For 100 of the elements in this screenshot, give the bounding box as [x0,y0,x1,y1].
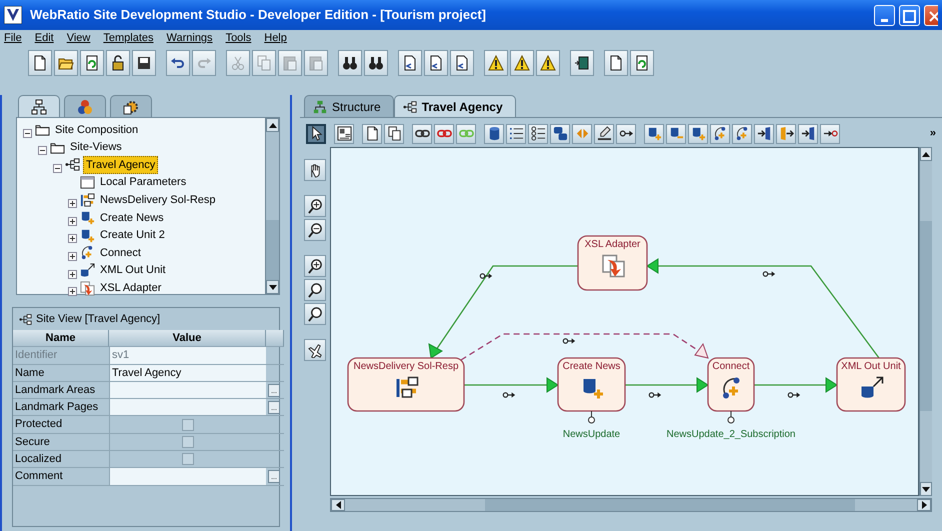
binoculars-button[interactable] [338,50,362,76]
document-button[interactable] [398,50,422,76]
key-tool[interactable] [820,124,840,144]
door-tool[interactable] [798,124,818,144]
menu-item[interactable]: Tools [226,30,252,46]
pen-tool[interactable] [594,124,614,144]
connect-tool[interactable] [732,124,752,144]
layout-tool[interactable] [334,124,354,144]
disk-button[interactable] [132,50,156,76]
connect-tool[interactable] [710,124,730,144]
link-arrow[interactable] [754,377,838,393]
database-tool[interactable] [484,124,504,144]
lock-button[interactable] [106,50,130,76]
menu-item[interactable]: Templates [103,30,154,46]
minimize-button[interactable] [874,4,895,26]
database-plus-tool[interactable] [644,124,664,144]
database-minus-tool[interactable] [666,124,686,144]
scroll-right-icon[interactable] [922,501,926,509]
tree-item[interactable]: XSL Adapter [98,280,164,296]
refresh-button[interactable] [630,50,654,76]
list-tool[interactable] [506,124,526,144]
copy-tool[interactable] [384,124,404,144]
scroll-up-icon[interactable] [268,122,276,128]
unit-node[interactable] [707,357,755,412]
editor-tab[interactable]: Structure [304,95,394,117]
refresh-button[interactable] [80,50,104,76]
expand-icon[interactable] [68,252,77,262]
warning-button[interactable] [536,50,560,76]
checkbox[interactable] [182,436,194,448]
document-button[interactable] [424,50,448,76]
folder-button[interactable] [54,50,78,76]
panel-tab[interactable] [18,95,60,117]
door-tool[interactable] [776,124,796,144]
tree-item[interactable]: Site-Views [68,139,124,156]
zoom-out-tool[interactable] [304,219,326,241]
expand-icon[interactable] [68,199,77,208]
warning-button[interactable] [510,50,534,76]
plane-tool[interactable] [304,339,326,361]
collapse-icon[interactable] [38,146,47,156]
document-button[interactable] [450,50,474,76]
expand-icon[interactable] [68,216,77,226]
scroll-up-icon[interactable] [922,152,930,156]
tree-item[interactable]: Create Unit 2 [98,227,167,244]
maximize-button[interactable] [899,4,920,26]
checkbox[interactable] [182,453,194,466]
scroll-left-icon[interactable] [336,501,340,509]
pointer-tool[interactable] [306,124,326,144]
expand-icon[interactable] [68,287,77,296]
scroll-down-icon[interactable] [268,284,276,290]
database-plus-tool[interactable] [688,124,708,144]
collapse-icon[interactable] [23,128,32,138]
link-arrow[interactable] [625,377,709,393]
editor-tab[interactable]: Travel Agency [394,95,516,117]
expand-icon[interactable] [68,270,77,279]
magnifier-tool[interactable] [304,279,326,301]
expand-icon[interactable] [68,234,77,244]
document-button[interactable] [28,50,52,76]
document-tool[interactable] [362,124,382,144]
link-tool[interactable] [434,124,454,144]
book-button[interactable] [570,50,594,76]
link-tool[interactable] [412,124,432,144]
menu-item[interactable]: View [66,30,90,46]
collapse-icon[interactable] [53,164,62,174]
tree-item[interactable]: Site Composition [53,122,140,138]
key-tool[interactable] [616,124,636,144]
tree-item[interactable]: NewsDelivery Sol-Resp [98,192,218,208]
link-arrow[interactable] [464,377,559,393]
property-value[interactable]: Travel Agency [109,364,266,382]
menu-item[interactable]: Warnings [166,30,213,46]
zoom-in-tool[interactable] [304,255,326,277]
magnifier-tool[interactable] [304,303,326,325]
document-button[interactable] [604,50,628,76]
tree-item[interactable]: Create News [98,210,166,226]
tree-item[interactable]: Local Parameters [98,174,188,191]
close-button[interactable] [924,4,938,26]
transport-link[interactable] [460,333,709,361]
scroll-down-icon[interactable] [922,486,930,492]
unit-node[interactable] [347,357,465,412]
door-tool[interactable] [754,124,774,144]
hand-tool[interactable] [304,159,326,181]
menu-item[interactable]: File [4,30,22,46]
panel-tab[interactable] [110,95,152,117]
unit-node[interactable] [557,357,626,412]
menu-item[interactable]: Help [264,30,287,46]
tree-item[interactable]: XML Out Unit [98,262,168,279]
tree-item[interactable]: Connect [98,244,143,262]
scrollbar[interactable] [919,147,932,496]
overflow-button[interactable]: » [930,125,936,142]
scrollbar[interactable] [265,118,279,294]
checkbox[interactable] [182,418,194,431]
menu-item[interactable]: Edit [34,30,54,46]
database-stack-tool[interactable] [550,124,570,144]
undo-button[interactable] [166,50,190,76]
circle-list-tool[interactable] [528,124,548,144]
tree-item[interactable]: Travel Agency [83,156,158,174]
scrollbar[interactable] [330,498,932,512]
warning-button[interactable] [484,50,508,76]
binoculars-button[interactable] [364,50,388,76]
zoom-in-tool[interactable] [304,195,326,217]
unit-node[interactable] [836,357,906,412]
